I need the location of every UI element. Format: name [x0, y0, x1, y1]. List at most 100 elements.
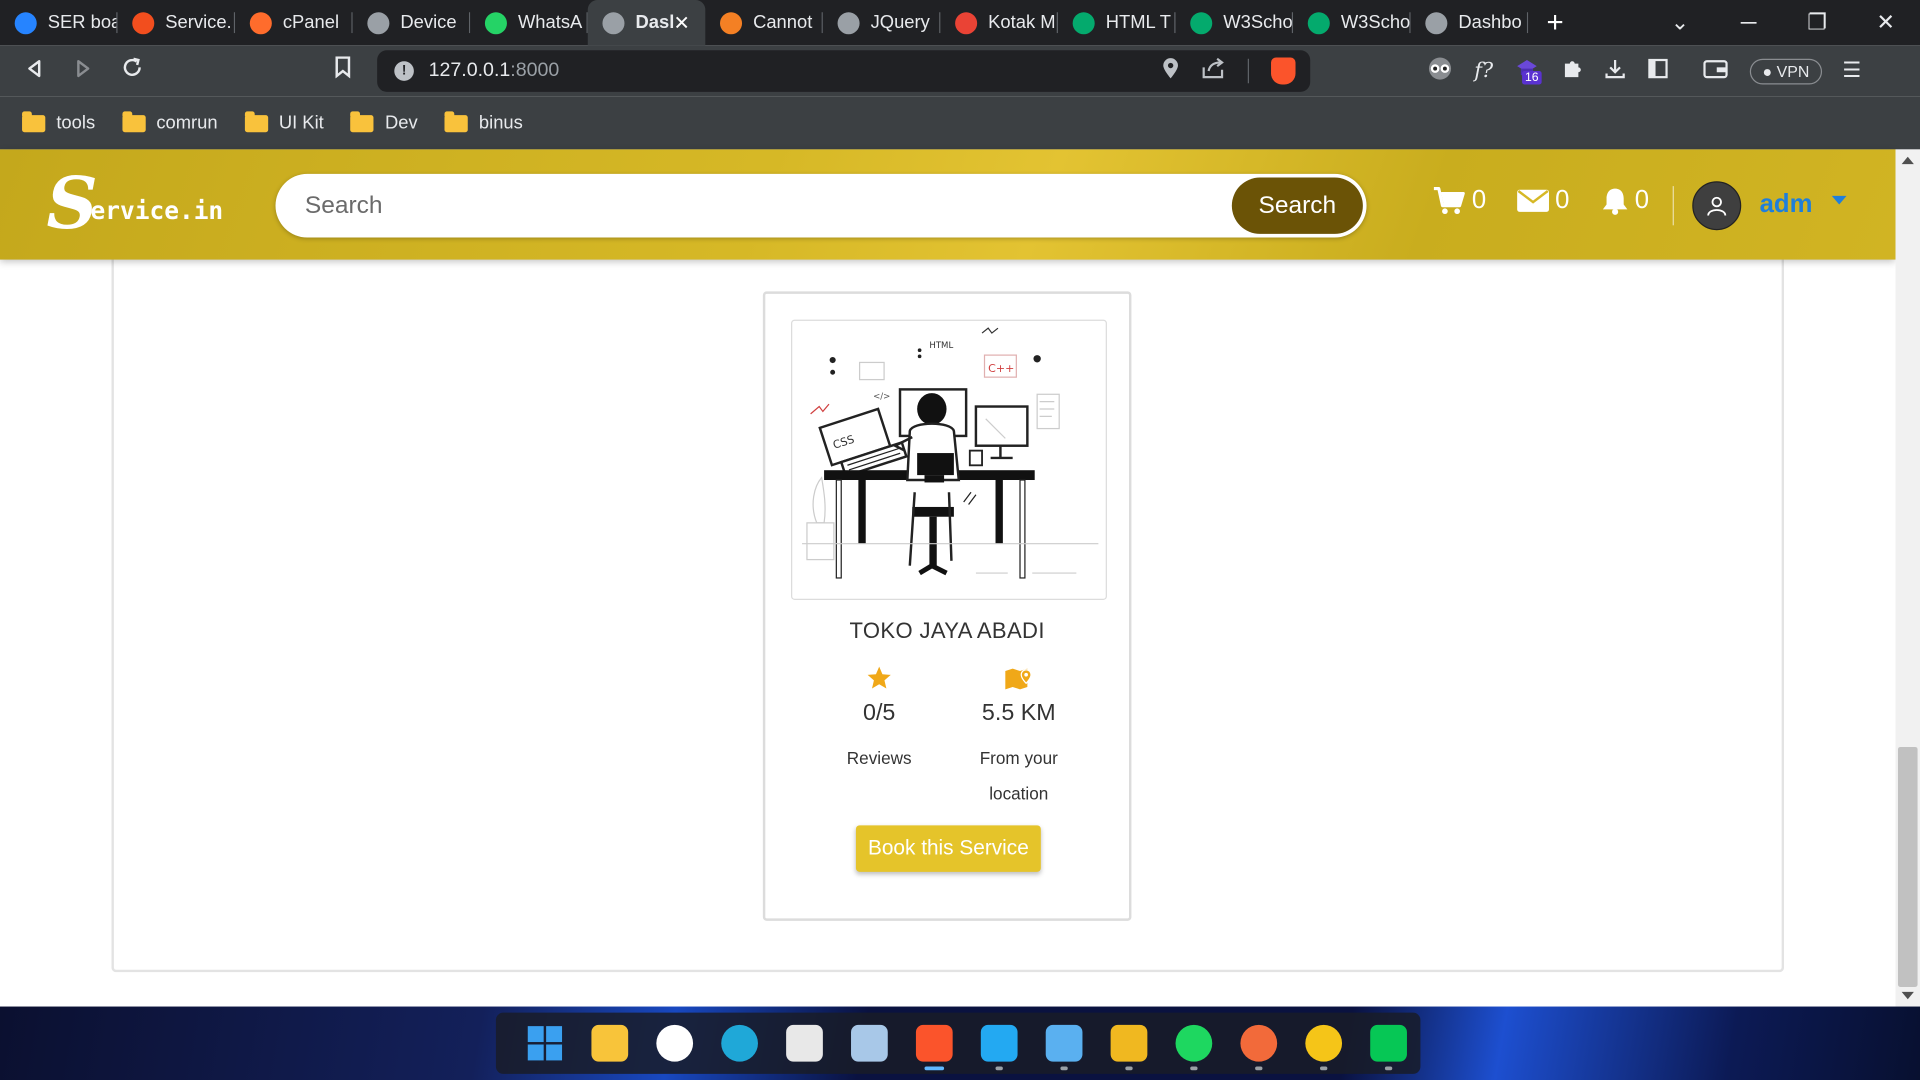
- search-input[interactable]: [304, 188, 1212, 223]
- page-scrollbar[interactable]: [1895, 149, 1920, 1007]
- tab-title: Kotak M: [988, 12, 1056, 34]
- tab-search-icon[interactable]: ⌄: [1646, 10, 1715, 36]
- figma-like-icon[interactable]: [1096, 1013, 1161, 1074]
- browser-tab[interactable]: Device: [353, 0, 471, 45]
- browser-tab[interactable]: Service.: [118, 0, 236, 45]
- scroll-up-icon[interactable]: [1901, 156, 1914, 165]
- share-icon[interactable]: [1201, 57, 1225, 85]
- rating-label: Reviews: [846, 748, 912, 768]
- bookmark-label: tools: [56, 112, 96, 134]
- illus-code-text: </>: [873, 392, 890, 402]
- scroll-down-icon[interactable]: [1901, 991, 1914, 1000]
- user-avatar[interactable]: [1692, 181, 1742, 231]
- line-icon[interactable]: [1356, 1013, 1421, 1074]
- browser-menu-icon[interactable]: ☰: [1842, 59, 1861, 83]
- bookmark-folder-tools[interactable]: tools: [22, 110, 96, 134]
- user-icon: [1707, 196, 1727, 216]
- xbox-icon[interactable]: [642, 1013, 707, 1074]
- sidebar-toggle-icon[interactable]: [1647, 57, 1669, 85]
- vscode-icon[interactable]: [966, 1013, 1031, 1074]
- gmail-icon: [955, 11, 978, 34]
- microsoft-store-icon[interactable]: [771, 1013, 836, 1074]
- bookmark-folder-binus[interactable]: binus: [444, 110, 523, 133]
- search-button[interactable]: Search: [1231, 177, 1363, 234]
- browser-toolbar: ! 127.0.0.1:8000 f? 16 ● VPN ☰: [0, 45, 1920, 97]
- notepad-icon[interactable]: [1031, 1013, 1096, 1074]
- browser-tab[interactable]: W3Scho: [1176, 0, 1294, 45]
- book-service-button[interactable]: Book this Service: [855, 825, 1041, 872]
- close-tab-icon[interactable]: ✕: [673, 10, 697, 34]
- bookmark-folder-dev[interactable]: Dev: [350, 110, 418, 134]
- tab-title: Cannot: [753, 12, 813, 34]
- browser-tab[interactable]: W3Scho: [1293, 0, 1411, 45]
- stackoverflow-icon: [720, 11, 743, 34]
- w3schools-icon: [1072, 11, 1095, 34]
- address-bar[interactable]: ! 127.0.0.1:8000: [377, 50, 1311, 92]
- service-card: HTML C++ </> CSS TOKO JAYA ABADI 0/5 Rev…: [762, 291, 1132, 921]
- map-location-icon: [951, 665, 1086, 692]
- close-window-icon[interactable]: ✕: [1851, 10, 1920, 36]
- download-manager-icon[interactable]: [1291, 1013, 1356, 1074]
- reload-icon[interactable]: [108, 56, 157, 85]
- tab-title: Dasl: [635, 12, 674, 34]
- browser-tab[interactable]: Cannot: [705, 0, 823, 45]
- tab-title: Device: [400, 12, 457, 34]
- minimize-icon[interactable]: ─: [1714, 10, 1783, 36]
- formula-extension-icon[interactable]: f?: [1474, 59, 1493, 83]
- back-icon[interactable]: [10, 57, 59, 85]
- folder-icon: [444, 110, 468, 132]
- notifications-button[interactable]: 0: [1600, 186, 1649, 215]
- app-orange-icon[interactable]: [1226, 1013, 1291, 1074]
- browser-tab[interactable]: cPanel: [235, 0, 353, 45]
- downloads-icon[interactable]: [1605, 57, 1627, 85]
- username-link[interactable]: adm: [1760, 190, 1813, 219]
- cart-button[interactable]: 0: [1433, 186, 1486, 215]
- file-explorer-icon[interactable]: [577, 1013, 642, 1074]
- running-indicator: [1125, 1066, 1133, 1071]
- scrollbar-thumb[interactable]: [1897, 746, 1918, 987]
- spotify-icon[interactable]: [1161, 1013, 1226, 1074]
- vpn-button[interactable]: ● VPN: [1750, 58, 1822, 84]
- tab-title: W3Scho: [1340, 12, 1411, 34]
- brave-browser-icon[interactable]: [901, 1013, 966, 1074]
- bookmark-folder-comrun[interactable]: comrun: [122, 110, 218, 133]
- restore-icon[interactable]: ❐: [1783, 10, 1852, 36]
- forward-icon[interactable]: [59, 57, 108, 85]
- bookmark-icon[interactable]: [318, 56, 367, 85]
- bookmark-label: Dev: [384, 112, 418, 134]
- taskbar-app-glyph: [915, 1024, 953, 1062]
- location-pin-icon[interactable]: [1162, 57, 1179, 85]
- bookmark-folder-ui-kit[interactable]: UI Kit: [244, 110, 324, 133]
- mail-count: 0: [1555, 186, 1570, 215]
- browser-tab[interactable]: JQuery: [823, 0, 941, 45]
- browser-tab[interactable]: SER boa: [0, 0, 118, 45]
- cart-icon: [1433, 187, 1465, 215]
- header-divider: [1672, 186, 1674, 226]
- whatsapp-icon: [484, 11, 507, 34]
- edge-icon[interactable]: [707, 1013, 772, 1074]
- extension-owl-icon[interactable]: [1427, 56, 1454, 87]
- user-dropdown-caret-icon[interactable]: [1831, 195, 1847, 205]
- browser-tab[interactable]: Dashbo: [1411, 0, 1529, 45]
- browser-tab[interactable]: HTML T: [1058, 0, 1176, 45]
- messages-button[interactable]: 0: [1516, 186, 1569, 215]
- browser-tab[interactable]: Kotak M: [940, 0, 1058, 45]
- browser-tab[interactable]: Dasl ✕: [587, 0, 706, 46]
- cart-count: 0: [1471, 186, 1487, 215]
- bookmarks-bar: tools comrun UI Kit Dev binus: [0, 96, 1920, 150]
- taskbar-app-glyph: [850, 1024, 888, 1062]
- tab-title: W3Scho: [1223, 12, 1293, 34]
- running-indicator: [1255, 1066, 1263, 1071]
- extension-badge-icon[interactable]: 16: [1514, 56, 1542, 87]
- wallet-icon[interactable]: [1703, 57, 1730, 85]
- site-info-icon[interactable]: !: [394, 61, 414, 81]
- extensions-puzzle-icon[interactable]: [1562, 57, 1584, 85]
- taskbar-app-glyph: [980, 1024, 1017, 1062]
- windows-start-icon[interactable]: [512, 1013, 577, 1074]
- browser-tab[interactable]: WhatsA: [470, 0, 588, 45]
- photos-icon[interactable]: [836, 1013, 901, 1074]
- brave-shields-icon[interactable]: [1271, 57, 1296, 85]
- vpn-label: VPN: [1776, 61, 1810, 81]
- new-tab-button[interactable]: +: [1528, 6, 1582, 40]
- site-logo[interactable]: Service.in: [47, 168, 224, 239]
